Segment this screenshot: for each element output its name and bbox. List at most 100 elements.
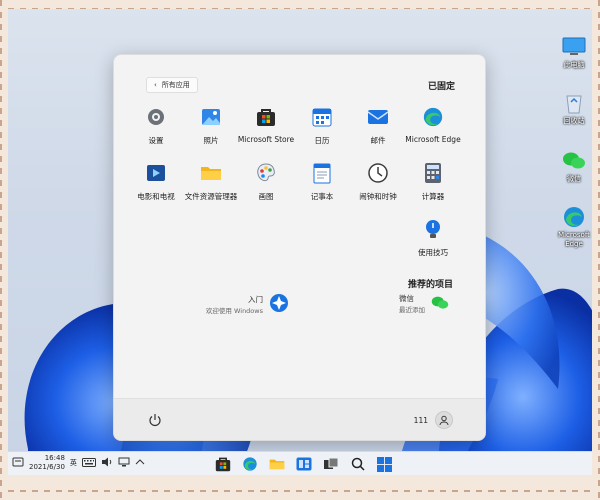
network-icon[interactable] bbox=[118, 457, 130, 469]
user-account-button[interactable]: 111 bbox=[414, 411, 453, 429]
pinned-app-label: 画图 bbox=[258, 192, 274, 201]
taskbar-apps bbox=[213, 455, 394, 473]
pinned-app-store[interactable]: Microsoft Store bbox=[237, 105, 295, 144]
photos-icon bbox=[199, 105, 223, 129]
pinned-app-label: 记事本 bbox=[310, 192, 334, 201]
recycle-bin-icon bbox=[561, 91, 587, 115]
pinned-app-movies[interactable]: 电影和电视 bbox=[127, 161, 185, 202]
recommended-item-wechat[interactable]: 微信 最近添加 bbox=[399, 293, 449, 314]
pinned-app-label: 邮件 bbox=[370, 136, 386, 145]
pinned-app-file-explorer[interactable]: 文件资源管理器 bbox=[182, 161, 240, 202]
clock[interactable]: 16:48 2021/6/30 bbox=[29, 454, 65, 472]
pinned-app-notepad[interactable]: 记事本 bbox=[293, 161, 351, 202]
pinned-app-label: 设置 bbox=[148, 136, 164, 145]
calculator-icon bbox=[421, 161, 445, 185]
calendar-icon bbox=[310, 105, 334, 129]
clock-time: 16:48 bbox=[44, 454, 65, 462]
pinned-app-label: Microsoft Edge bbox=[405, 135, 461, 144]
pinned-app-calculator[interactable]: 计算器 bbox=[404, 161, 462, 202]
recommended-item-title: 微信 bbox=[399, 294, 414, 303]
movies-icon bbox=[144, 161, 168, 185]
pinned-app-label: Microsoft Store bbox=[237, 135, 295, 144]
settings-icon bbox=[144, 105, 168, 129]
folder-icon bbox=[199, 161, 223, 185]
desktop-icon-this-pc[interactable]: 此电脑 bbox=[551, 35, 592, 70]
recommended-item-subtitle: 欢迎使用 Windows bbox=[205, 306, 263, 315]
recommended-title: 推荐的项目 bbox=[407, 280, 453, 290]
notepad-icon bbox=[310, 161, 334, 185]
all-apps-label: 所有应用 bbox=[161, 81, 190, 89]
pinned-app-label: 照片 bbox=[203, 136, 219, 145]
recommended-item-subtitle: 最近添加 bbox=[399, 306, 425, 314]
pinned-app-label: 使用技巧 bbox=[418, 248, 448, 257]
edge-icon bbox=[242, 457, 257, 471]
recommended-text: 入门 欢迎使用 Windows bbox=[206, 294, 263, 315]
widgets-icon bbox=[296, 457, 311, 471]
pinned-app-clock[interactable]: 闹钟和时钟 bbox=[349, 161, 407, 202]
get-started-icon bbox=[269, 293, 289, 315]
start-menu-footer: 111 bbox=[114, 398, 485, 440]
chevron-up-icon[interactable] bbox=[135, 458, 145, 468]
taskbar-search-button[interactable] bbox=[348, 455, 367, 473]
taskbar-start-button[interactable] bbox=[375, 455, 394, 473]
taskbar-file-explorer-button[interactable] bbox=[267, 455, 286, 473]
pinned-app-settings[interactable]: 设置 bbox=[127, 105, 185, 146]
taskbar-task-view-button[interactable] bbox=[321, 455, 340, 473]
pinned-app-tips[interactable]: 使用技巧 bbox=[404, 217, 462, 258]
pinned-title: 已固定 bbox=[427, 82, 455, 92]
photo-border-left bbox=[0, 0, 2, 500]
recommended-item-get-started[interactable]: 入门 欢迎使用 Windows bbox=[206, 293, 289, 315]
desktop-icon-label: 回收站 bbox=[563, 117, 585, 125]
pinned-app-mail[interactable]: 邮件 bbox=[349, 105, 407, 146]
desktop-icon-label: Microsoft Edge bbox=[558, 231, 590, 248]
desktop-icon-edge[interactable]: Microsoft Edge bbox=[551, 205, 592, 249]
start-menu-header: ‹ 所有应用 已固定 bbox=[114, 77, 485, 93]
desktop-icon-label: 微信 bbox=[567, 175, 581, 183]
user-name: 111 bbox=[413, 415, 428, 425]
pinned-app-label: 闹钟和时钟 bbox=[359, 192, 397, 201]
input-method-indicator[interactable]: 英 bbox=[70, 458, 77, 468]
desktop: 此电脑 回收站 微信 Microsoft Edge ‹ 所有应用 已固定 Mic… bbox=[8, 9, 592, 475]
taskbar: 16:48 2021/6/30 英 bbox=[8, 451, 592, 475]
mail-icon bbox=[366, 105, 390, 129]
keyboard-icon[interactable] bbox=[81, 457, 96, 469]
pinned-app-paint[interactable]: 画图 bbox=[237, 161, 295, 202]
store-icon bbox=[254, 105, 278, 129]
desktop-icon-recycle-bin[interactable]: 回收站 bbox=[551, 91, 592, 126]
desktop-icon-label: 此电脑 bbox=[563, 61, 585, 69]
chevron-left-icon: ‹ bbox=[154, 81, 157, 89]
taskbar-edge-button[interactable] bbox=[240, 455, 259, 473]
start-icon bbox=[377, 456, 392, 472]
pinned-app-label: 文件资源管理器 bbox=[184, 192, 238, 201]
file-explorer-icon bbox=[269, 459, 284, 470]
desktop-icon-wechat[interactable]: 微信 bbox=[551, 149, 592, 184]
paint-icon bbox=[254, 161, 278, 185]
notification-icon[interactable] bbox=[12, 456, 24, 470]
avatar bbox=[435, 411, 453, 429]
pinned-app-photos[interactable]: 照片 bbox=[182, 105, 240, 146]
computer-icon bbox=[561, 35, 587, 59]
task-view-icon bbox=[323, 457, 338, 469]
pinned-app-label: 电影和电视 bbox=[137, 192, 175, 201]
search-icon bbox=[351, 457, 365, 471]
store-icon bbox=[215, 457, 230, 472]
taskbar-widgets-button[interactable] bbox=[294, 455, 313, 473]
power-button[interactable] bbox=[148, 412, 162, 427]
start-menu: ‹ 所有应用 已固定 Microsoft Edge 邮件 日历 Microsof… bbox=[113, 54, 486, 441]
power-icon bbox=[149, 414, 161, 427]
edge-icon bbox=[561, 205, 587, 229]
taskbar-store-button[interactable] bbox=[213, 455, 232, 473]
pinned-app-calendar[interactable]: 日历 bbox=[293, 105, 351, 146]
edge-icon bbox=[421, 105, 445, 129]
wechat-icon bbox=[561, 149, 587, 173]
volume-icon[interactable] bbox=[101, 457, 113, 469]
wechat-icon bbox=[431, 295, 449, 313]
recommended-text: 微信 最近添加 bbox=[399, 293, 425, 314]
all-apps-button[interactable]: ‹ 所有应用 bbox=[146, 77, 198, 93]
pinned-app-edge[interactable]: Microsoft Edge bbox=[404, 105, 462, 144]
recommended-item-title: 入门 bbox=[248, 294, 263, 304]
pinned-app-label: 日历 bbox=[314, 136, 330, 145]
pinned-app-label: 计算器 bbox=[421, 192, 445, 201]
system-tray: 16:48 2021/6/30 英 bbox=[12, 454, 145, 472]
clock-icon bbox=[366, 161, 390, 185]
